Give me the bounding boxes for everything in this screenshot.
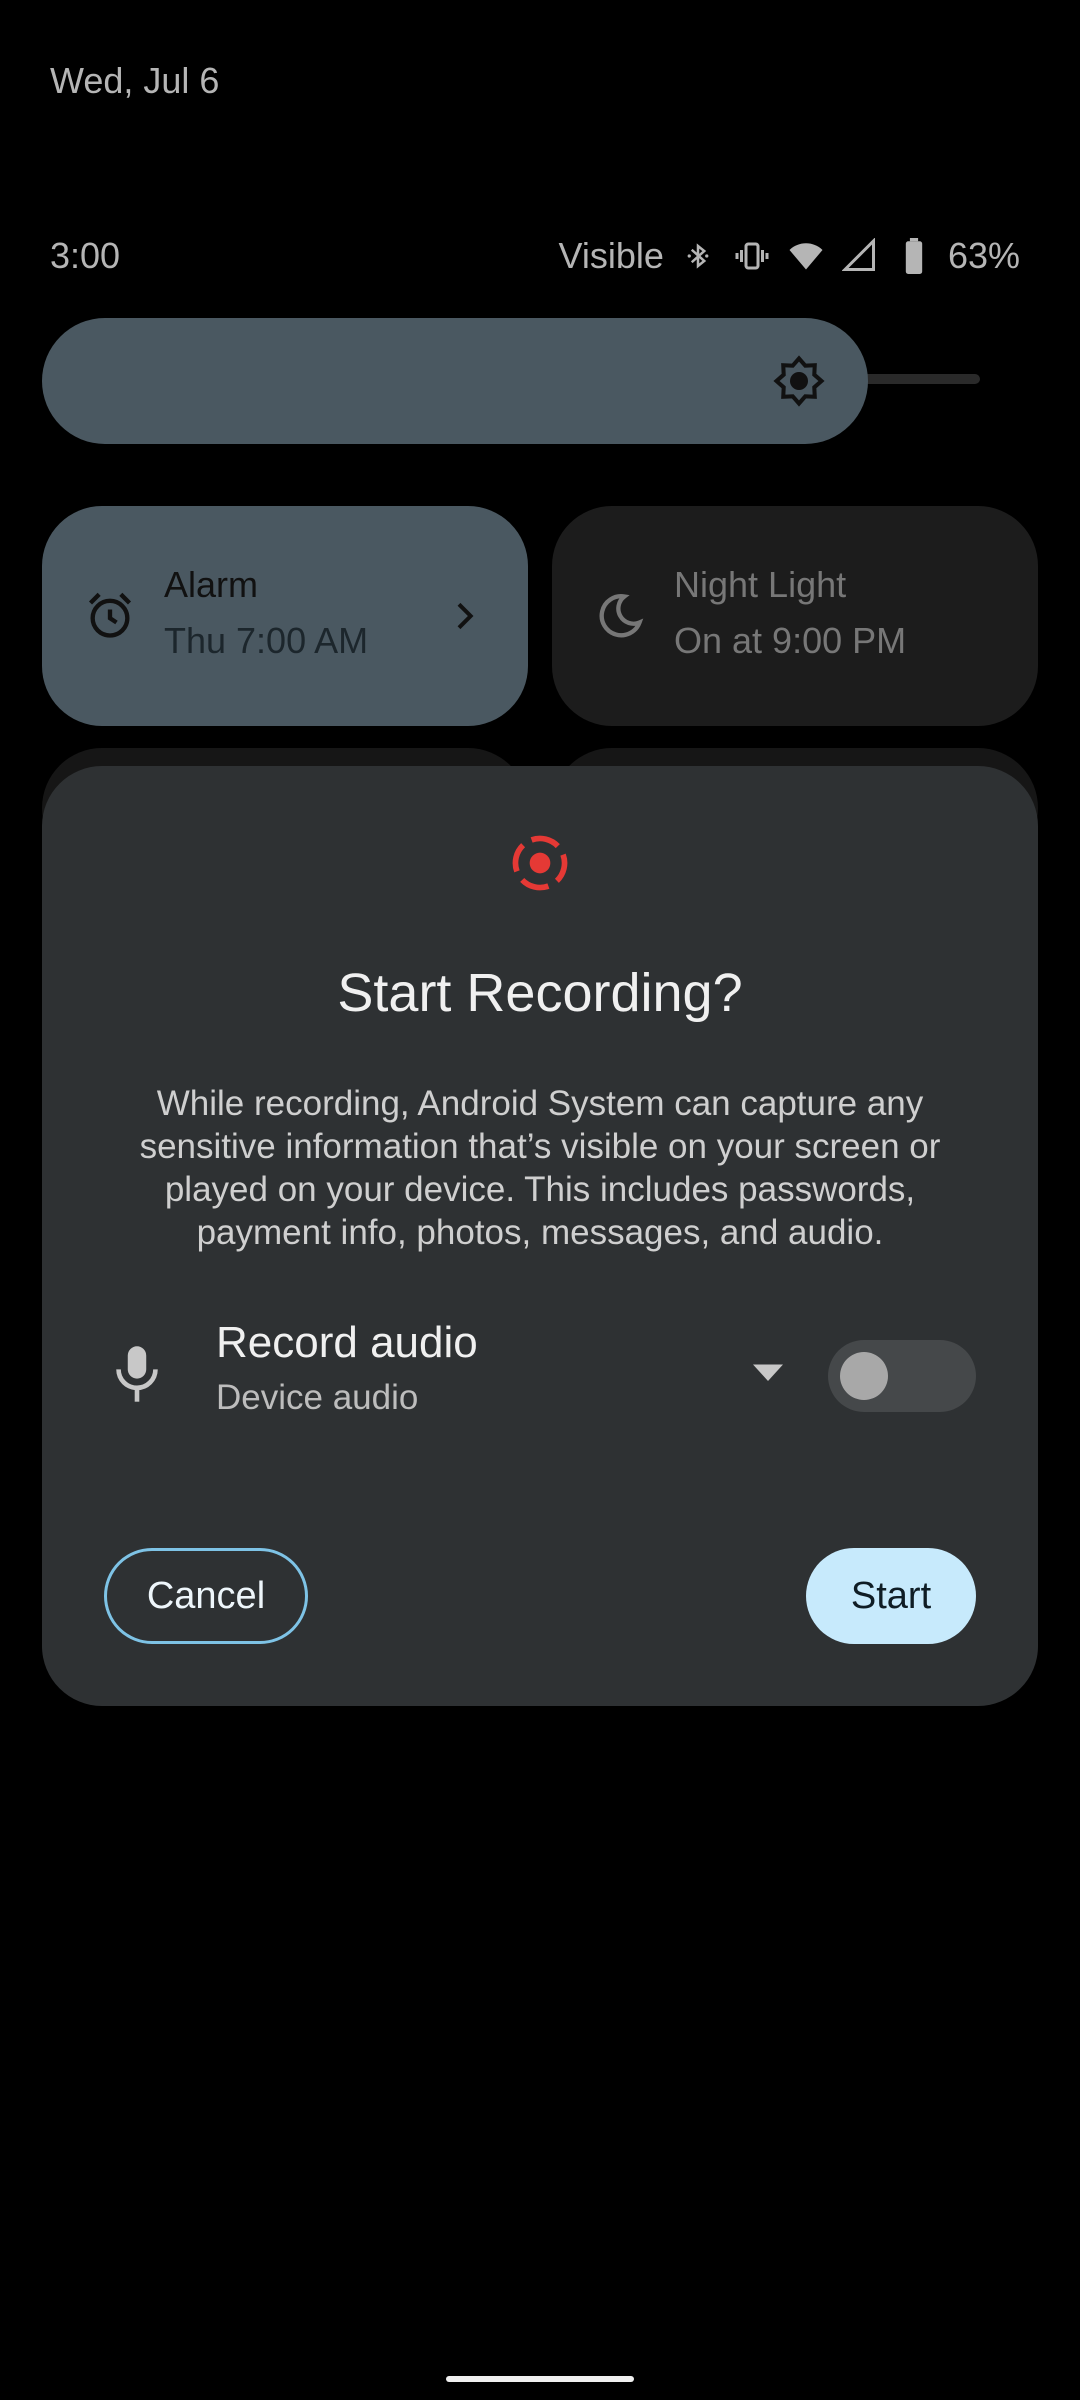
vibrate-icon (732, 236, 772, 276)
wifi-icon (786, 236, 826, 276)
audio-source-label: Device audio (216, 1378, 419, 1417)
brightness-slider[interactable] (42, 318, 868, 444)
moon-icon (599, 594, 644, 638)
screen-record-icon (512, 835, 568, 891)
status-time: 3:00 (50, 235, 121, 276)
shade-date: Wed, Jul 6 (50, 60, 220, 101)
dropdown-arrow-icon[interactable] (750, 1358, 786, 1386)
dialog-body: While recording, Android System can capt… (139, 1084, 941, 1252)
tile-title: Night Light (674, 564, 847, 605)
chevron-right-icon (457, 602, 474, 630)
tile-subtitle: Thu 7:00 AM (164, 620, 369, 661)
bluetooth-icon (678, 236, 718, 276)
tile-subtitle: On at 9:00 PM (674, 620, 907, 661)
battery-percent: 63% (947, 235, 1020, 276)
visibility-label: Visible (558, 235, 664, 276)
alarm-icon (88, 592, 132, 638)
start-recording-dialog: Start Recording? While recording, Androi… (42, 766, 1038, 1706)
tile-alarm[interactable]: Alarm Thu 7:00 AM (42, 506, 528, 726)
toggle-knob (840, 1352, 888, 1400)
alarm-tile-text: Alarm Thu 7:00 AM (164, 564, 368, 662)
status-icons: Visible 63% (559, 235, 1020, 277)
night-tile-text: Night Light On at 9:00 PM (674, 564, 906, 662)
cancel-button[interactable]: Cancel (104, 1548, 308, 1644)
status-bar: 3:00 Visible 63% (50, 228, 1020, 284)
record-audio-label: Record audio (216, 1318, 478, 1367)
tile-title: Alarm (164, 564, 259, 605)
tile-night-light[interactable]: Night Light On at 9:00 PM (552, 506, 1038, 726)
start-button[interactable]: Start (806, 1548, 976, 1644)
record-audio-toggle[interactable] (828, 1340, 976, 1412)
battery-icon (894, 236, 934, 276)
gesture-nav-handle[interactable] (446, 2376, 634, 2382)
brightness-track[interactable] (860, 374, 980, 384)
record-audio-option[interactable]: Record audio Device audio (216, 1318, 478, 1418)
cell-signal-icon (840, 236, 880, 276)
dialog-title: Start Recording? (337, 963, 743, 1023)
microphone-icon (116, 1346, 158, 1402)
brightness-icon (773, 355, 825, 407)
